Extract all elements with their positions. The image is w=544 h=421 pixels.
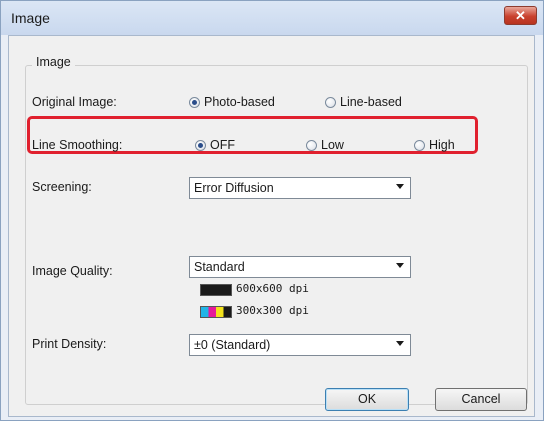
radio-off-label: OFF — [210, 138, 235, 152]
chevron-down-icon — [396, 341, 404, 346]
mono-swatch-icon — [200, 284, 232, 296]
radio-photo-based-label: Photo-based — [204, 95, 275, 109]
color-dpi-text: 300x300 dpi — [236, 304, 309, 317]
radio-unselected-icon — [414, 139, 425, 151]
chevron-down-icon — [396, 263, 404, 268]
group-label: Image — [32, 55, 75, 69]
screening-label: Screening: — [32, 180, 92, 194]
dialog-title: Image — [11, 10, 50, 26]
mono-dpi-text: 600x600 dpi — [236, 282, 309, 295]
image-quality-value: Standard — [194, 260, 245, 274]
radio-line-based[interactable]: Line-based — [325, 95, 402, 109]
image-quality-select[interactable]: Standard — [189, 256, 411, 278]
color-swatch-icon — [200, 306, 232, 318]
original-image-label: Original Image: — [32, 95, 117, 109]
radio-high[interactable]: High — [414, 138, 455, 152]
print-density-select[interactable]: ±0 (Standard) — [189, 334, 411, 356]
close-icon: ✕ — [515, 8, 526, 23]
print-density-value: ±0 (Standard) — [194, 338, 271, 352]
close-button[interactable]: ✕ — [504, 6, 537, 25]
radio-photo-based[interactable]: Photo-based — [189, 95, 275, 109]
radio-selected-icon — [189, 96, 200, 108]
ok-button[interactable]: OK — [325, 388, 409, 411]
radio-unselected-icon — [306, 139, 317, 151]
screening-value: Error Diffusion — [194, 181, 274, 195]
image-dialog: Image ✕ Image Original Image: Photo-base… — [0, 0, 544, 421]
radio-off[interactable]: OFF — [195, 138, 235, 152]
print-density-label: Print Density: — [32, 337, 107, 351]
line-smoothing-label: Line Smoothing: — [32, 138, 123, 152]
image-quality-label: Image Quality: — [32, 264, 113, 278]
radio-line-based-label: Line-based — [340, 95, 402, 109]
radio-unselected-icon — [325, 96, 336, 108]
radio-selected-icon — [195, 139, 206, 151]
screening-select[interactable]: Error Diffusion — [189, 177, 411, 199]
title-bar: Image ✕ — [1, 1, 543, 35]
radio-low-label: Low — [321, 138, 344, 152]
chevron-down-icon — [396, 184, 404, 189]
cancel-button[interactable]: Cancel — [435, 388, 527, 411]
dialog-body: Image Original Image: Photo-based Line-b… — [8, 35, 535, 417]
radio-high-label: High — [429, 138, 455, 152]
radio-low[interactable]: Low — [306, 138, 344, 152]
